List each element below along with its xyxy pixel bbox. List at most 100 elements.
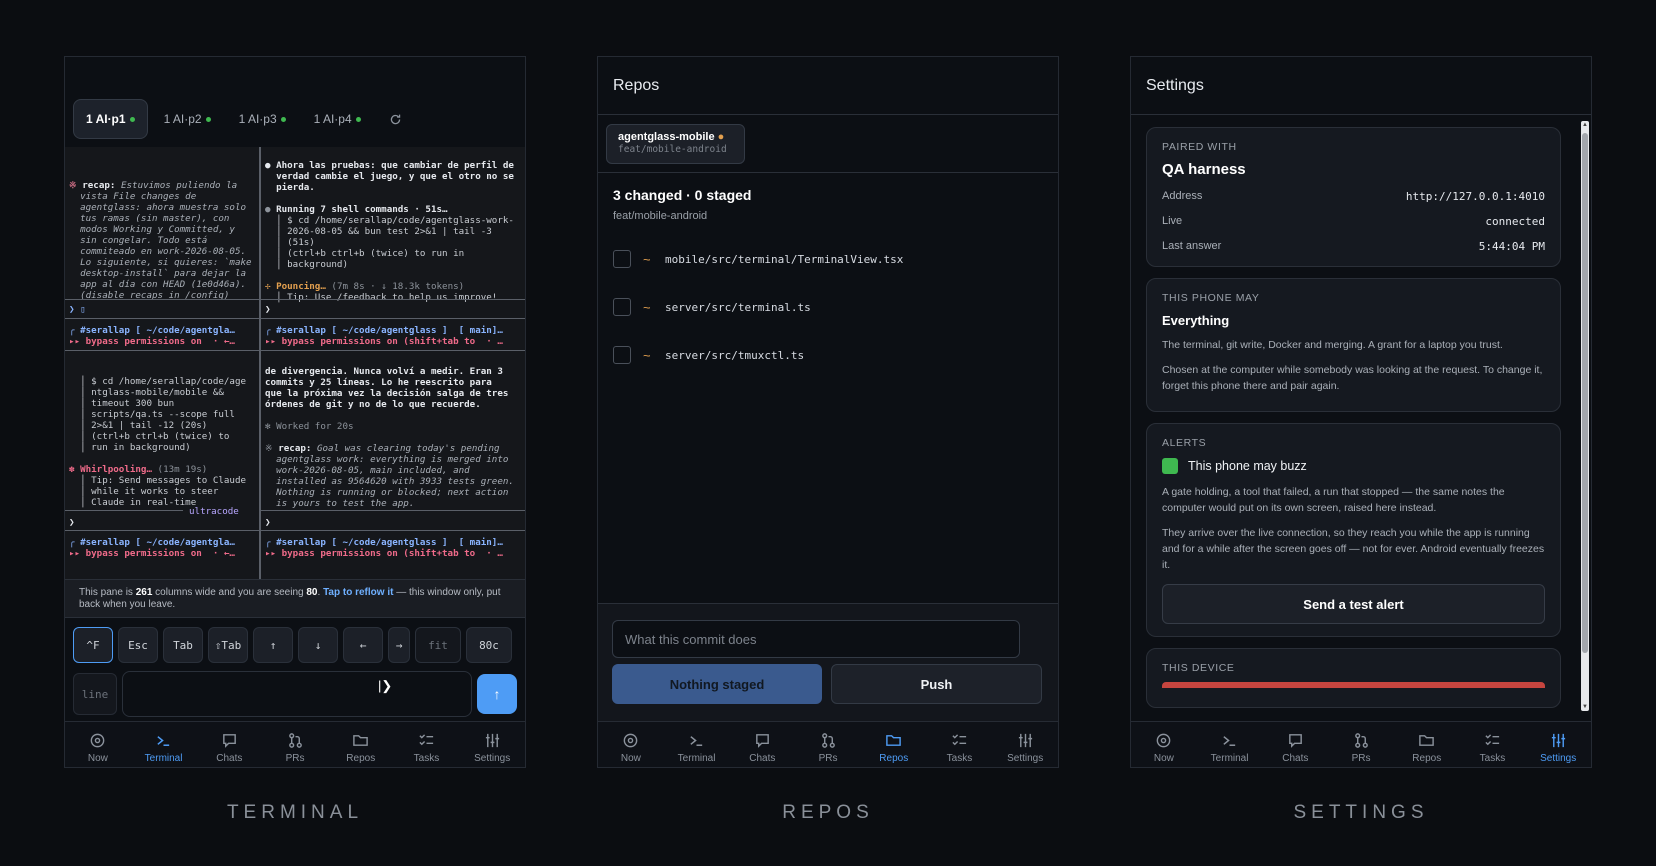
nav-chats[interactable]: Chats	[729, 722, 795, 767]
status-bottom-left: ╭ #serallap [ ~/code/agentgla… ▸▸ bypass …	[69, 537, 235, 559]
prompt-top-right[interactable]: ❯	[261, 302, 525, 317]
tab-ai-p4[interactable]: 1 AI·p4	[302, 99, 373, 139]
scrollbar[interactable]: ▲ ▼	[1581, 121, 1589, 711]
pane-tabs: 1 AI·p1 1 AI·p2 1 AI·p3 1 AI·p4	[73, 99, 414, 139]
repo-chip[interactable]: agentglass-mobile ● feat/mobile-android	[606, 124, 745, 164]
pane-bottom-right[interactable]: de divergencia. Nunca volví a medir. Era…	[261, 353, 525, 533]
page-title: Repos	[598, 57, 1058, 115]
nav-settings[interactable]: Settings	[1525, 722, 1591, 767]
caption-repos: REPOS	[782, 802, 874, 823]
prompt-top-left[interactable]: ❯ ▯	[65, 302, 259, 317]
pane-top-right[interactable]: ● Ahora las pruebas: que cambiar de perf…	[261, 147, 525, 327]
stage-checkbox[interactable]	[613, 298, 631, 316]
refresh-icon[interactable]	[377, 99, 414, 139]
scrollbar-thumb[interactable]	[1582, 133, 1588, 653]
key-up[interactable]: ↑	[253, 627, 293, 663]
settings-scroll[interactable]: PAIRED WITH QA harness Address http://127…	[1131, 116, 1591, 721]
nothing-staged-button[interactable]: Nothing staged	[612, 664, 822, 704]
paired-name: QA harness	[1162, 161, 1246, 178]
nav-terminal[interactable]: Terminal	[1197, 722, 1263, 767]
device-card: THIS DEVICE	[1146, 648, 1561, 708]
change-summary: 3 changed · 0 staged	[613, 187, 752, 203]
tab-ai-p2[interactable]: 1 AI·p2	[152, 99, 223, 139]
prompt-bottom-left[interactable]: ❯	[65, 515, 259, 530]
terminal-input[interactable]: |❯	[122, 671, 472, 717]
send-button[interactable]: ↑	[477, 674, 517, 714]
checkbox-checked-icon[interactable]	[1162, 458, 1178, 474]
nav-tasks[interactable]: Tasks	[394, 722, 460, 767]
key-fit[interactable]: fit	[415, 627, 461, 663]
folder-icon	[886, 735, 902, 746]
commit-message-input[interactable]: What this commit does	[612, 620, 1020, 658]
nav-settings[interactable]: Settings	[992, 722, 1058, 767]
nav-prs[interactable]: PRs	[1328, 722, 1394, 767]
key-left[interactable]: ←	[343, 627, 383, 663]
folder-icon	[1419, 735, 1435, 746]
last-answer-row: Last answer 5:44:04 PM	[1162, 240, 1545, 253]
key-down[interactable]: ↓	[298, 627, 338, 663]
line-mode-button[interactable]: line	[73, 673, 117, 715]
nav-tasks[interactable]: Tasks	[927, 722, 993, 767]
key-right[interactable]: →	[388, 627, 410, 663]
terminal-icon	[690, 736, 703, 746]
prompt-bottom-right[interactable]: ❯	[261, 515, 525, 530]
reflow-notice: This pane is 261 columns wide and you ar…	[65, 579, 525, 618]
checklist-icon	[419, 734, 434, 746]
input-row: line |❯ ↑	[73, 671, 517, 717]
key-shift-tab[interactable]: ⇧Tab	[208, 627, 248, 663]
address-row: Address http://127.0.0.1:4010	[1162, 190, 1545, 203]
terminal-output[interactable]: ※ recap: Estuvimos puliendo la vista Fil…	[65, 147, 525, 579]
repo-branch: feat/mobile-android	[618, 144, 727, 155]
nav-terminal[interactable]: Terminal	[664, 722, 730, 767]
stage-checkbox[interactable]	[613, 346, 631, 364]
nav-repos[interactable]: Repos	[1394, 722, 1460, 767]
reflow-link[interactable]: Tap to reflow it	[323, 587, 393, 598]
key-ctrl-f[interactable]: ^F	[73, 627, 113, 663]
tab-ai-p3[interactable]: 1 AI·p3	[227, 99, 298, 139]
permissions-card: THIS PHONE MAY Everything The terminal, …	[1146, 278, 1561, 412]
chat-icon	[222, 734, 236, 748]
bottom-nav: Now Terminal Chats PRs Repos Tasks Setti…	[65, 721, 525, 767]
status-dot	[129, 116, 135, 122]
file-row[interactable]: ~ server/src/tmuxctl.ts	[613, 346, 804, 364]
sliders-icon	[1018, 733, 1032, 748]
nav-repos[interactable]: Repos	[861, 722, 927, 767]
branch-label: feat/mobile-android	[613, 210, 708, 222]
status-dot	[205, 116, 211, 122]
folder-icon	[353, 735, 369, 746]
danger-button[interactable]	[1162, 682, 1545, 688]
caption-settings: SETTINGS	[1293, 802, 1429, 823]
text-cursor-icon: |❯	[378, 678, 393, 693]
terminal-icon	[1223, 736, 1236, 746]
nav-chats[interactable]: Chats	[1262, 722, 1328, 767]
nav-terminal[interactable]: Terminal	[131, 722, 197, 767]
nav-tasks[interactable]: Tasks	[1460, 722, 1526, 767]
key-tab[interactable]: Tab	[163, 627, 203, 663]
tab-ai-p1[interactable]: 1 AI·p1	[73, 99, 148, 139]
repo-name: agentglass-mobile	[618, 131, 715, 143]
nav-settings[interactable]: Settings	[459, 722, 525, 767]
target-icon	[91, 733, 105, 748]
nav-prs[interactable]: PRs	[262, 722, 328, 767]
bottom-nav: Now Terminal Chats PRs Repos Tasks Setti…	[1131, 721, 1591, 767]
push-button[interactable]: Push	[831, 664, 1042, 704]
file-row[interactable]: ~ mobile/src/terminal/TerminalView.tsx	[613, 250, 903, 268]
chat-icon	[1288, 734, 1302, 748]
file-row[interactable]: ~ server/src/terminal.ts	[613, 298, 811, 316]
stage-checkbox[interactable]	[613, 250, 631, 268]
alerts-card: ALERTS This phone may buzz A gate holdin…	[1146, 423, 1561, 637]
target-icon	[1157, 733, 1171, 748]
send-test-alert-button[interactable]: Send a test alert	[1162, 584, 1545, 624]
sliders-icon	[1551, 733, 1565, 748]
nav-now[interactable]: Now	[65, 722, 131, 767]
key-esc[interactable]: Esc	[118, 627, 158, 663]
nav-now[interactable]: Now	[598, 722, 664, 767]
nav-chats[interactable]: Chats	[196, 722, 262, 767]
key-80c[interactable]: 80c	[466, 627, 512, 663]
checklist-icon	[1485, 734, 1500, 746]
buzz-toggle[interactable]: This phone may buzz	[1162, 458, 1545, 474]
nav-now[interactable]: Now	[1131, 722, 1197, 767]
nav-repos[interactable]: Repos	[328, 722, 394, 767]
nav-prs[interactable]: PRs	[795, 722, 861, 767]
checklist-icon	[952, 734, 967, 746]
